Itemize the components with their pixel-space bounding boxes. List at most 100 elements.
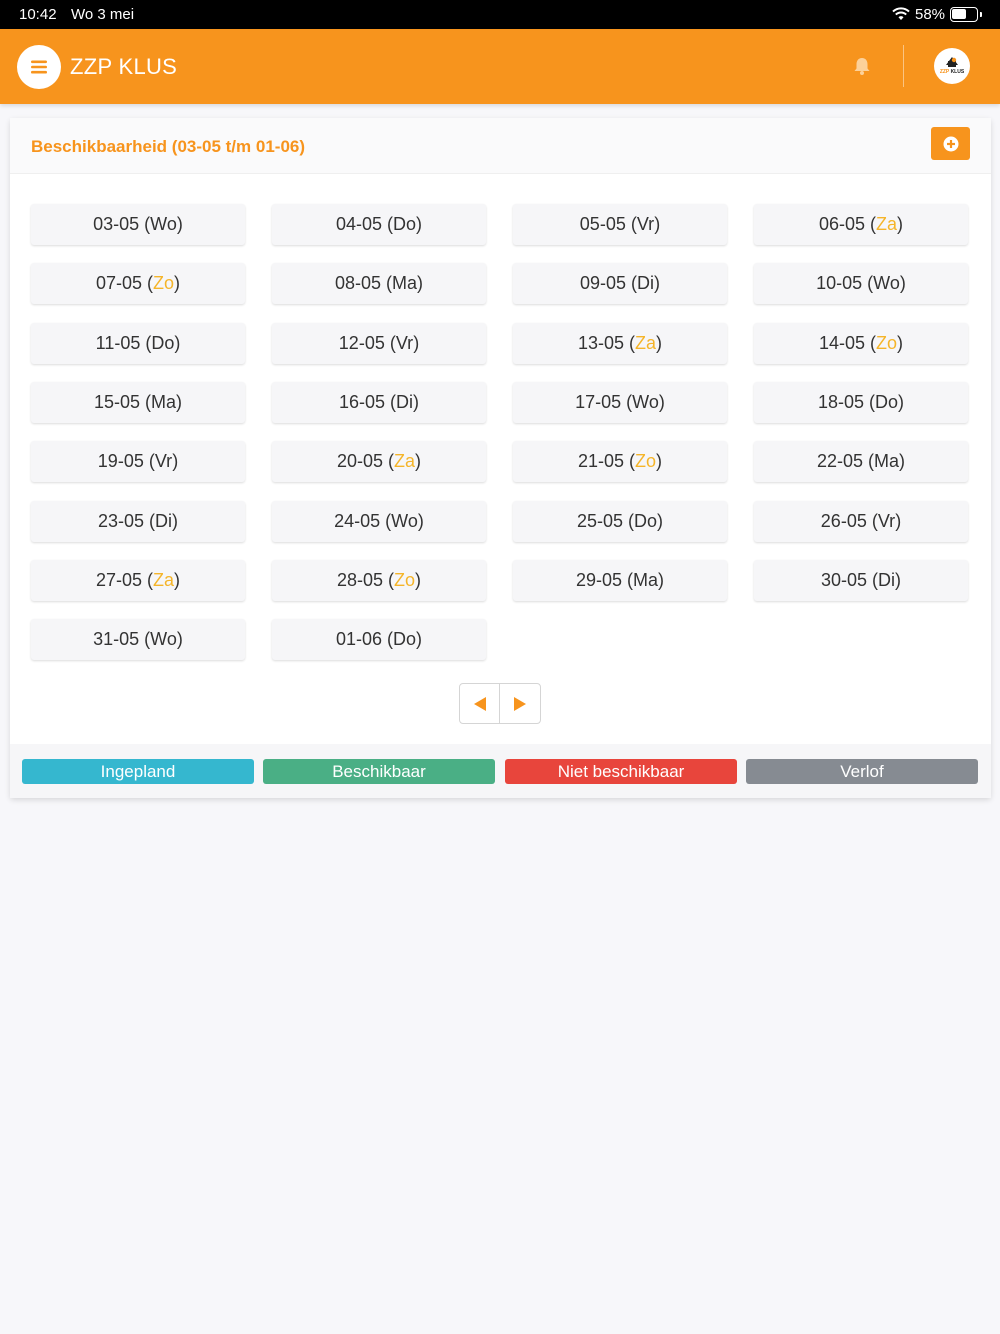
day-weekday: Vr xyxy=(154,451,173,471)
day-date: 16-05 xyxy=(338,392,386,412)
day-cell-21-05[interactable]: 21-05 (Zo) xyxy=(513,441,727,482)
day-date: 01-06 xyxy=(335,629,383,649)
day-cell-12-05[interactable]: 12-05 (Vr) xyxy=(272,323,486,364)
day-cell-15-05[interactable]: 15-05 (Ma) xyxy=(31,382,245,423)
day-weekday: Do xyxy=(393,629,417,649)
day-date: 26-05 xyxy=(820,511,867,531)
day-cell-08-05[interactable]: 08-05 (Ma) xyxy=(272,263,486,304)
menu-button[interactable] xyxy=(17,45,61,89)
day-date: 08-05 xyxy=(334,273,382,293)
day-cell-23-05[interactable]: 23-05 (Di) xyxy=(31,501,245,542)
battery-percent: 58% xyxy=(915,6,946,23)
day-weekday: Wo xyxy=(150,629,177,649)
day-cell-03-05[interactable]: 03-05 (Wo) xyxy=(31,204,245,245)
plus-circle-icon xyxy=(943,136,958,151)
day-cell-13-05[interactable]: 13-05 (Za) xyxy=(513,323,727,364)
day-date: 05-05 xyxy=(579,214,626,234)
day-date: 23-05 xyxy=(97,511,145,531)
day-weekday: Wo xyxy=(150,214,177,234)
day-date: 27-05 xyxy=(95,570,143,590)
day-date: 24-05 xyxy=(334,511,381,531)
day-weekday: Zo xyxy=(394,570,416,590)
avatar[interactable]: ZZP KLUS xyxy=(934,48,970,84)
add-availability-button[interactable] xyxy=(931,127,970,160)
day-cell-07-05[interactable]: 07-05 (Zo) xyxy=(31,263,245,304)
day-cell-22-05[interactable]: 22-05 (Ma) xyxy=(754,441,968,482)
day-date: 03-05 xyxy=(93,214,140,234)
app-header: ZZP KLUS ZZP KLUS xyxy=(0,29,1000,104)
day-weekday: Zo xyxy=(635,451,657,471)
card-header: Beschikbaarheid (03-05 t/m 01-06) xyxy=(10,118,991,174)
status-bar: 10:42 Wo 3 mei 58% xyxy=(0,0,1000,29)
day-cell-04-05[interactable]: 04-05 (Do) xyxy=(272,204,486,245)
day-date: 07-05 xyxy=(95,273,143,293)
day-cell-28-05[interactable]: 28-05 (Zo) xyxy=(272,560,486,601)
day-cell-26-05[interactable]: 26-05 (Vr) xyxy=(754,501,968,542)
day-weekday: Di xyxy=(878,570,896,590)
day-cell-19-05[interactable]: 19-05 (Vr) xyxy=(31,441,245,482)
day-weekday: Wo xyxy=(873,273,900,293)
day-date: 12-05 xyxy=(338,333,385,353)
day-cell-18-05[interactable]: 18-05 (Do) xyxy=(754,382,968,423)
day-date: 18-05 xyxy=(817,392,865,412)
legend-niet-beschikbaar: Niet beschikbaar xyxy=(505,759,737,784)
legend-beschikbaar: Beschikbaar xyxy=(263,759,495,784)
logo-text: ZZP KLUS xyxy=(939,69,965,75)
prev-period-button[interactable] xyxy=(460,684,500,723)
bell-icon[interactable] xyxy=(851,55,873,77)
day-weekday: Vr xyxy=(395,333,414,353)
day-weekday: Vr xyxy=(636,214,655,234)
day-cell-25-05[interactable]: 25-05 (Do) xyxy=(513,501,727,542)
menu-icon xyxy=(31,60,47,74)
day-weekday: Za xyxy=(876,214,898,234)
day-date: 31-05 xyxy=(93,629,140,649)
status-time: 10:42 xyxy=(19,6,57,23)
day-cell-29-05[interactable]: 29-05 (Ma) xyxy=(513,560,727,601)
day-cell-16-05[interactable]: 16-05 (Di) xyxy=(272,382,486,423)
day-date: 17-05 xyxy=(575,392,622,412)
day-date: 21-05 xyxy=(577,451,625,471)
legend-verlof: Verlof xyxy=(746,759,978,784)
day-cell-17-05[interactable]: 17-05 (Wo) xyxy=(513,382,727,423)
day-date: 20-05 xyxy=(336,451,384,471)
day-weekday: Za xyxy=(153,570,175,590)
day-weekday: Vr xyxy=(877,511,896,531)
day-cell-10-05[interactable]: 10-05 (Wo) xyxy=(754,263,968,304)
day-grid: 03-05 (Wo) 04-05 (Do) 05-05 (Vr) 06-05 (Za)… xyxy=(31,204,970,664)
day-weekday: Do xyxy=(151,333,175,353)
day-weekday: Za xyxy=(394,451,416,471)
pager xyxy=(459,683,541,724)
day-cell-09-05[interactable]: 09-05 (Di) xyxy=(513,263,727,304)
battery-icon xyxy=(950,7,982,22)
caret-right-icon xyxy=(514,696,526,711)
day-weekday: Di xyxy=(155,511,173,531)
day-cell-05-05[interactable]: 05-05 (Vr) xyxy=(513,204,727,245)
day-cell-31-05[interactable]: 31-05 (Wo) xyxy=(31,619,245,660)
day-weekday: Di xyxy=(637,273,655,293)
day-weekday: Do xyxy=(875,392,899,412)
day-weekday: Ma xyxy=(392,273,418,293)
day-weekday: Wo xyxy=(632,392,659,412)
day-date: 22-05 xyxy=(816,451,864,471)
day-cell-24-05[interactable]: 24-05 (Wo) xyxy=(272,501,486,542)
day-cell-27-05[interactable]: 27-05 (Za) xyxy=(31,560,245,601)
day-cell-06-05[interactable]: 06-05 (Za) xyxy=(754,204,968,245)
next-period-button[interactable] xyxy=(500,684,540,723)
day-date: 19-05 xyxy=(97,451,144,471)
day-date: 10-05 xyxy=(816,273,863,293)
day-weekday: Ma xyxy=(151,392,177,412)
day-cell-30-05[interactable]: 30-05 (Di) xyxy=(754,560,968,601)
day-date: 06-05 xyxy=(818,214,866,234)
day-cell-14-05[interactable]: 14-05 (Zo) xyxy=(754,323,968,364)
day-weekday: Ma xyxy=(874,451,900,471)
day-cell-11-05[interactable]: 11-05 (Do) xyxy=(31,323,245,364)
day-date: 11-05 xyxy=(95,333,141,353)
day-cell-01-06[interactable]: 01-06 (Do) xyxy=(272,619,486,660)
card-title: Beschikbaarheid (03-05 t/m 01-06) xyxy=(31,137,306,156)
day-weekday: Do xyxy=(393,214,417,234)
day-date: 25-05 xyxy=(576,511,624,531)
availability-card: Beschikbaarheid (03-05 t/m 01-06) 03-05 … xyxy=(10,118,991,798)
day-weekday: Wo xyxy=(391,511,418,531)
day-cell-20-05[interactable]: 20-05 (Za) xyxy=(272,441,486,482)
day-date: 13-05 xyxy=(577,333,625,353)
